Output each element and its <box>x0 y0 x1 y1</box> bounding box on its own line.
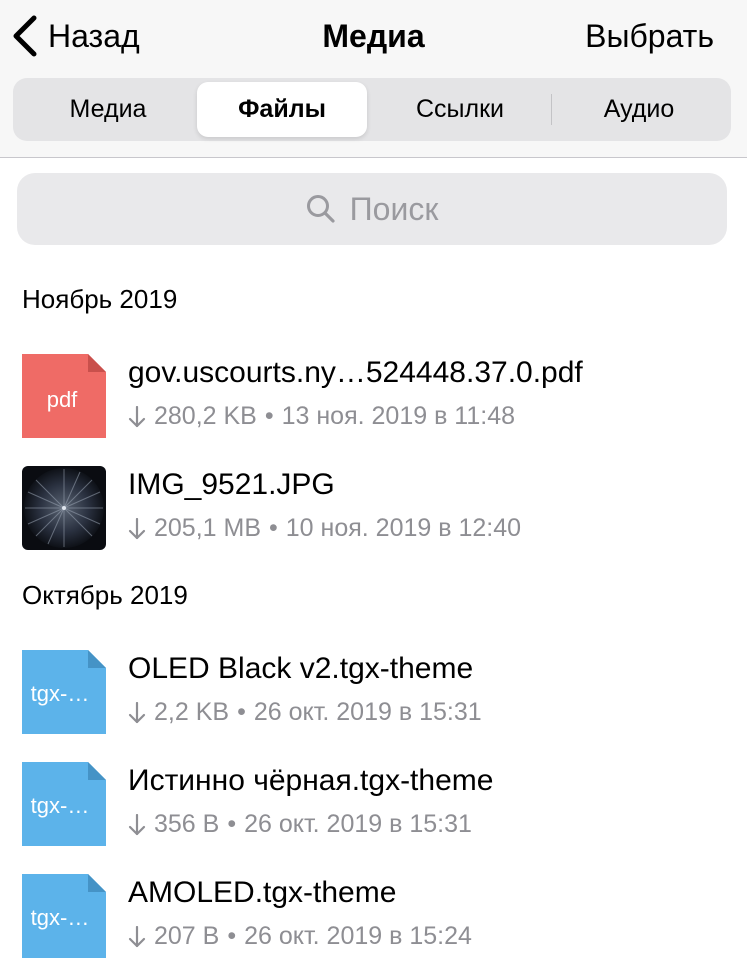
file-row[interactable]: tgx-… AMOLED.tgx-theme 207 B • 26 окт. 2… <box>0 868 747 968</box>
meta-separator: • <box>264 402 274 430</box>
pdf-file-icon: pdf <box>22 354 106 438</box>
meta-separator: • <box>227 922 237 950</box>
download-icon <box>128 813 146 835</box>
file-name: gov.uscourts.ny…524448.37.0.pdf <box>128 356 583 389</box>
image-thumbnail <box>22 466 106 550</box>
file-icon-label: tgx-… <box>31 793 90 818</box>
download-icon <box>128 405 146 427</box>
file-row[interactable]: tgx-… OLED Black v2.tgx-theme 2,2 KB • 2… <box>0 644 747 744</box>
tab-links[interactable]: Ссылки <box>375 82 545 137</box>
file-date: 26 окт. 2019 в 15:31 <box>244 810 472 838</box>
file-row[interactable]: IMG_9521.JPG 205,1 MB • 10 ноя. 2019 в 1… <box>0 460 747 560</box>
file-size: 205,1 MB <box>154 514 262 542</box>
tab-files[interactable]: Файлы <box>197 82 367 137</box>
file-row[interactable]: tgx-… Истинно чёрная.tgx-theme 356 B • 2… <box>0 756 747 856</box>
file-date: 10 ноя. 2019 в 12:40 <box>285 514 522 542</box>
download-icon <box>128 701 146 723</box>
media-type-segmented-control: Медиа Файлы Ссылки Аудио <box>13 78 731 141</box>
file-icon-label: tgx-… <box>31 681 90 706</box>
file-size: 2,2 KB <box>154 698 230 726</box>
file-date: 26 окт. 2019 в 15:24 <box>244 922 472 950</box>
file-meta: 356 B • 26 окт. 2019 в 15:31 <box>128 810 472 839</box>
download-icon <box>128 925 146 947</box>
tab-media[interactable]: Медиа <box>19 82 197 137</box>
file-name: IMG_9521.JPG <box>128 468 335 501</box>
theme-file-icon: tgx-… <box>22 762 106 846</box>
file-name: Истинно чёрная.tgx-theme <box>128 764 494 797</box>
file-size: 356 B <box>154 810 220 838</box>
search-input[interactable]: Поиск <box>17 173 727 245</box>
select-button[interactable]: Выбрать <box>585 14 714 58</box>
theme-file-icon: tgx-… <box>22 650 106 734</box>
file-size: 207 B <box>154 922 220 950</box>
meta-separator: • <box>269 514 278 542</box>
search-icon <box>306 195 335 223</box>
file-icon-label: pdf <box>47 387 78 412</box>
navigation-header: Назад Медиа Выбрать Медиа Файлы Ссылки А… <box>0 0 747 158</box>
file-name: OLED Black v2.tgx-theme <box>128 652 474 685</box>
file-meta: 205,1 MB • 10 ноя. 2019 в 12:40 <box>128 514 521 543</box>
file-meta: 207 B • 26 окт. 2019 в 15:24 <box>128 922 472 951</box>
tab-audio[interactable]: Аудио <box>553 82 725 137</box>
file-name: AMOLED.tgx-theme <box>128 876 397 909</box>
section-header-october: Октябрь 2019 <box>22 580 188 610</box>
file-size: 280,2 KB <box>154 402 257 430</box>
meta-separator: • <box>227 810 237 838</box>
search-placeholder: Поиск <box>349 190 439 227</box>
file-date: 26 окт. 2019 в 15:31 <box>253 698 482 726</box>
file-date: 13 ноя. 2019 в 11:48 <box>281 402 516 430</box>
meta-separator: • <box>237 698 246 726</box>
file-icon-label: tgx-… <box>31 905 90 930</box>
download-icon <box>128 517 146 539</box>
section-header-november: Ноябрь 2019 <box>22 284 178 314</box>
tab-divider <box>551 94 552 125</box>
file-row[interactable]: pdf gov.uscourts.ny…524448.37.0.pdf 280,… <box>0 348 747 448</box>
theme-file-icon: tgx-… <box>22 874 106 958</box>
file-meta: 2,2 KB • 26 окт. 2019 в 15:31 <box>128 698 482 727</box>
file-meta: 280,2 KB • 13 ноя. 2019 в 11:48 <box>128 402 515 431</box>
